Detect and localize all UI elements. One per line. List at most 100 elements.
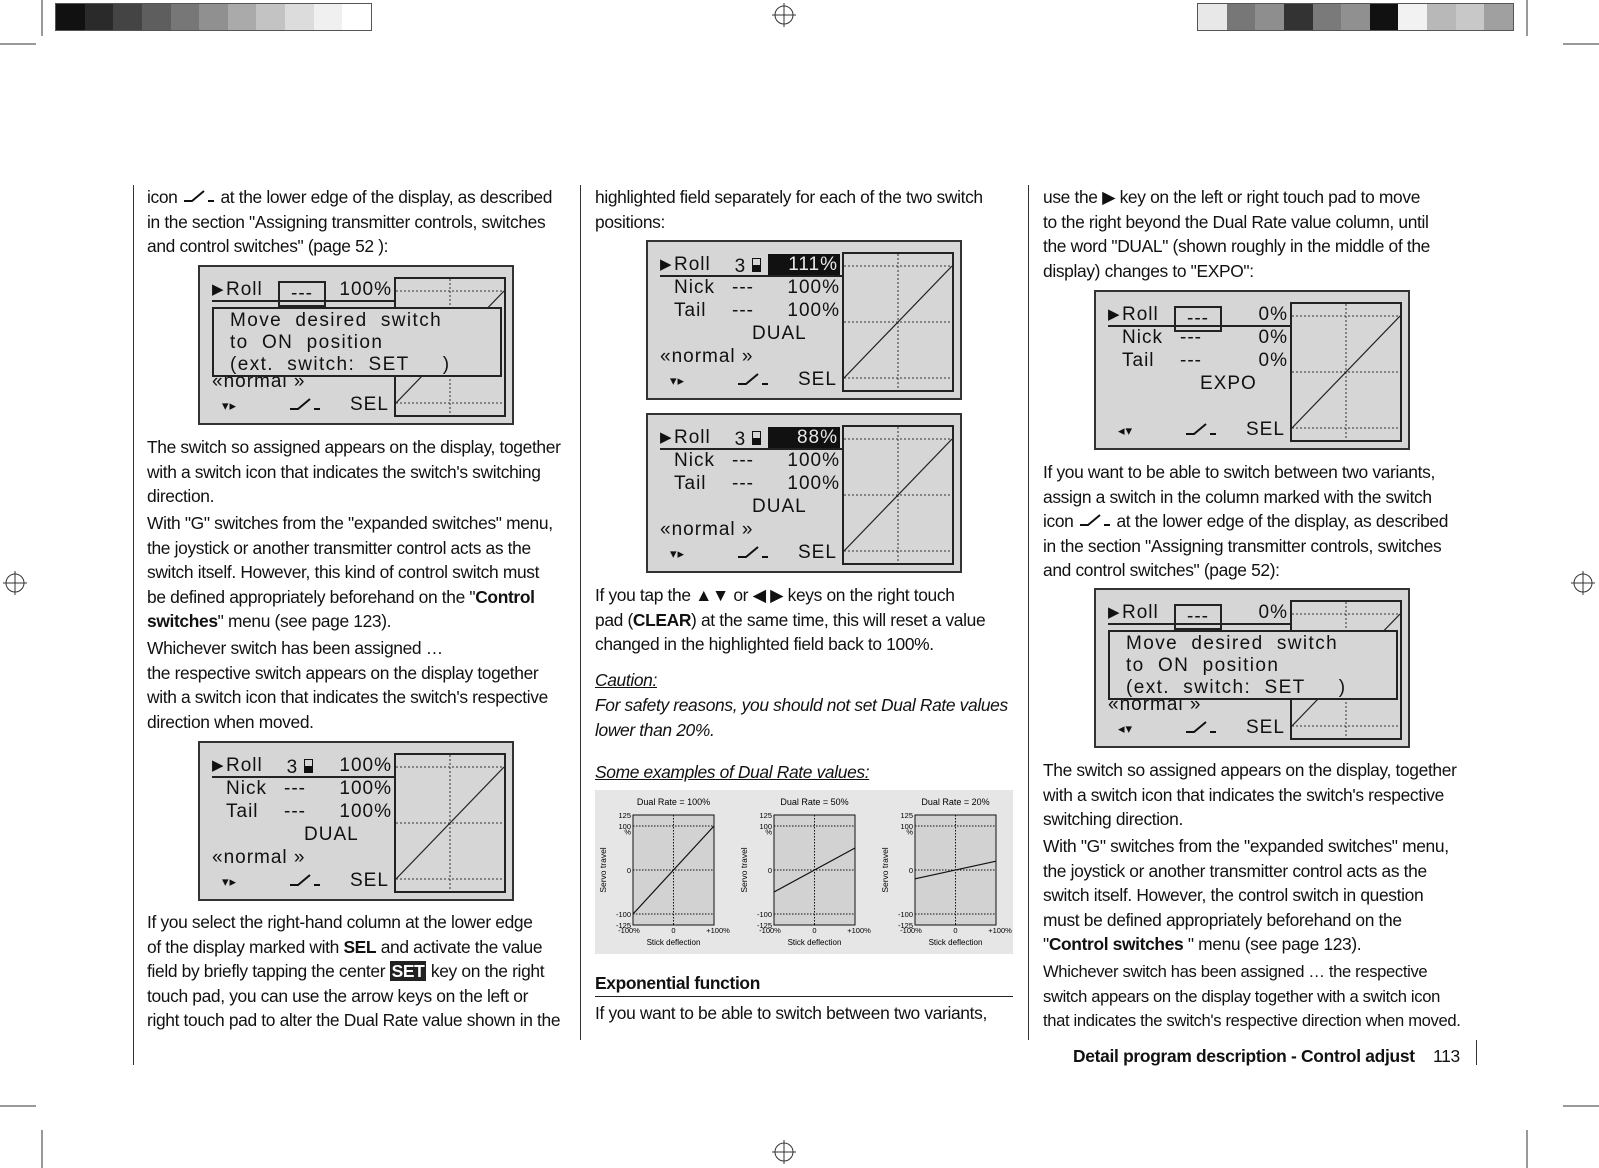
mode-label: DUAL (752, 496, 807, 517)
lcd-display: ▶ Roll --- 100% «normal » ▾▸ SEL Move desired s… (198, 265, 514, 425)
switch-column-icon (1184, 718, 1218, 740)
y-tick-label: -100 (898, 910, 913, 919)
caution-text: For safety reasons, you should not set D… (595, 695, 1008, 740)
rate-value: 100% (787, 473, 840, 494)
switch-column-icon (288, 871, 322, 893)
row-divider (212, 300, 394, 302)
y-tick-label: % (765, 827, 772, 836)
row-divider (660, 275, 842, 277)
channel-name: Nick (674, 450, 715, 471)
switch-field: --- (278, 281, 326, 307)
curve-line (396, 755, 504, 891)
y-tick-label: -100 (757, 910, 772, 919)
channel-name: Nick (226, 778, 267, 799)
curve-line (844, 427, 952, 563)
lcd-curve-graph (394, 753, 506, 893)
mode-label: DUAL (752, 323, 807, 344)
mode-label: EXPO (1200, 373, 1257, 394)
rate-value: 0% (1258, 304, 1288, 325)
phase-name: «normal » (212, 847, 306, 868)
rate-value: 0% (1258, 327, 1288, 348)
dual-rate-charts: Dual Rate = 100%125100%0-100-125-100% 0 +1… (595, 790, 1013, 954)
rate-value: 100% (339, 801, 392, 822)
paragraph: With "G" switches from the "expanded swi… (1043, 836, 1449, 954)
sel-column-label: SEL (1246, 419, 1285, 440)
paragraph: If you want to be able to switch between… (1043, 462, 1449, 580)
y-tick-label: -100 (616, 910, 631, 919)
sel-column-label: SEL (350, 870, 389, 891)
mode-label: DUAL (304, 824, 359, 845)
rate-value: 0% (1258, 602, 1288, 623)
paragraph: If you tap the ▲▼ or ◀ ▶ keys on the rig… (595, 585, 986, 654)
footer-section-title: Detail program description - Control adj… (1073, 1046, 1415, 1066)
switch-field: --- (1180, 350, 1202, 371)
x-tick-label: -100% (759, 926, 781, 935)
phase-name: «normal » (660, 519, 754, 540)
x-tick-label: +100% (988, 926, 1012, 935)
sel-column-label: SEL (798, 542, 837, 563)
channel-name: Roll (226, 279, 263, 300)
selected-row-arrow-icon: ▶ (212, 757, 225, 774)
selected-row-arrow-icon: ▶ (1108, 604, 1121, 621)
switch-field: --- (732, 300, 754, 321)
up-down-arrow-icon: ▲▼ (695, 585, 729, 605)
manual-page: icon at the lower edge of the display, a… (0, 0, 1599, 1168)
x-tick-label: +100% (847, 926, 871, 935)
channel-name: Roll (226, 755, 263, 776)
rate-value: 100% (787, 277, 840, 298)
paragraph: icon at the lower edge of the display, a… (147, 187, 553, 256)
switch-assign-popup: Move desired switch to ON position (ext.… (1108, 630, 1398, 700)
nav-icon: ▾▸ (670, 373, 686, 388)
row-divider (212, 776, 394, 778)
switch-state-icon (752, 258, 762, 272)
chart-title: Dual Rate = 50% (780, 797, 848, 807)
channel-name: Tail (674, 473, 707, 494)
lcd-display: ▶ Roll 3 100% Nick --- 100% Tail --- 100% DUAL «no… (198, 741, 514, 901)
paragraph: The switch so assigned appears on the di… (1043, 760, 1457, 829)
lcd-display: ▶ Roll 3 111% Nick --- 100% Tail --- 100% DUAL «no… (646, 240, 962, 400)
selected-row-arrow-icon: ▶ (212, 281, 225, 298)
x-axis-label: Stick deflection (929, 938, 983, 947)
rate-value: 0% (1258, 350, 1288, 371)
switch-field: --- (284, 778, 306, 799)
nav-icon: ▾▸ (222, 398, 238, 413)
paragraph: use the ▶ key on the left or right touch… (1043, 187, 1430, 281)
channel-name: Nick (674, 277, 715, 298)
switch-column-icon (288, 395, 322, 417)
channel-name: Tail (1122, 350, 1155, 371)
section-heading: Exponential function (595, 973, 760, 993)
switch-field: --- (732, 473, 754, 494)
rate-value: 111% (768, 254, 840, 276)
x-tick-label: -100% (618, 926, 640, 935)
lcd-curve-graph (842, 252, 954, 392)
y-tick-label: 0 (909, 866, 913, 875)
y-tick-label: 125 (900, 811, 913, 820)
y-tick-label: 125 (618, 811, 631, 820)
nav-icon: ◂▾ (1118, 423, 1134, 438)
channel-name: Tail (674, 300, 707, 321)
channel-name: Tail (226, 801, 259, 822)
switch-state-icon (752, 431, 762, 445)
x-tick-label: 0 (671, 926, 675, 935)
paragraph: With "G" switches from the "expanded swi… (147, 513, 553, 631)
y-tick-label: 125 (759, 811, 772, 820)
nav-icon: ▾▸ (222, 874, 238, 889)
switch-field: --- (1180, 327, 1202, 348)
paragraph: Whichever switch has been assigned … the… (1043, 962, 1461, 1030)
switch-icon (183, 190, 214, 202)
rate-value: 100% (339, 755, 392, 776)
rate-value: 100% (339, 778, 392, 799)
nav-icon: ◂▾ (1118, 721, 1134, 736)
rate-value: 100% (787, 450, 840, 471)
switch-state-icon (304, 759, 314, 773)
column-divider (1476, 1040, 1477, 1065)
column-divider (580, 185, 581, 1040)
selected-row-arrow-icon: ▶ (1108, 306, 1121, 323)
paragraph: Whichever switch has been assigned … the … (147, 638, 548, 732)
sel-column-label: SEL (798, 369, 837, 390)
channel-name: Roll (1122, 602, 1159, 623)
switch-field: --- (1174, 604, 1222, 630)
lcd-display: ▶ Roll 3 88% Nick --- 100% Tail --- 100% DUAL «nor… (646, 413, 962, 573)
nav-icon: ▾▸ (670, 546, 686, 561)
lcd-curve-graph (1290, 302, 1402, 442)
